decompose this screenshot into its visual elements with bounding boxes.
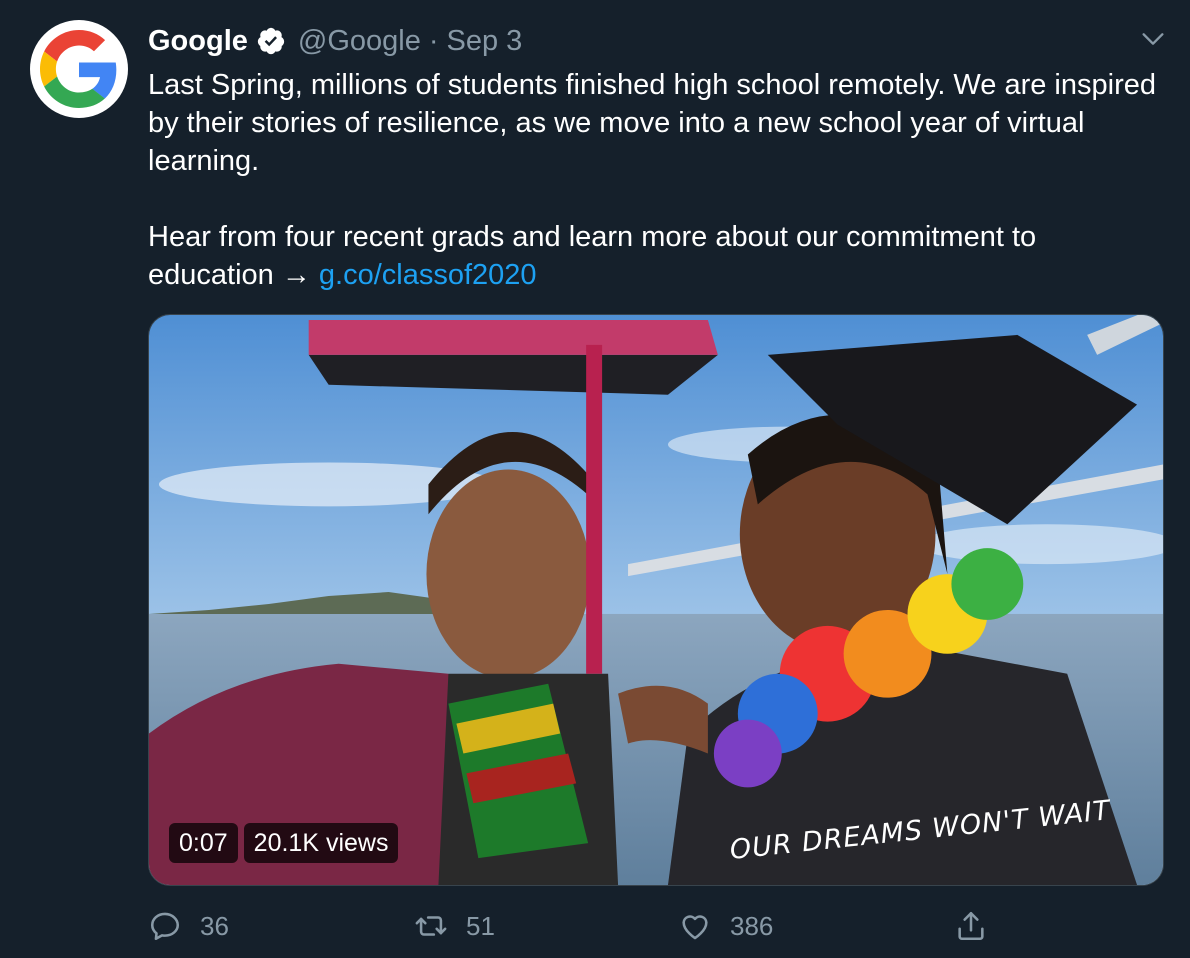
- share-button[interactable]: [954, 904, 988, 948]
- tweet-paragraph-1: Last Spring, millions of students finish…: [148, 69, 1156, 177]
- tweet-paragraph-2: Hear from four recent grads and learn mo…: [148, 218, 1158, 294]
- separator-dot: ·: [428, 25, 439, 57]
- tweet-text: Last Spring, millions of students finish…: [148, 66, 1158, 294]
- google-logo-icon: [40, 30, 117, 108]
- tweet-actions: 36 51 386: [148, 904, 1008, 948]
- like-button[interactable]: 386: [678, 904, 773, 948]
- retweet-count: 51: [466, 910, 495, 941]
- video-duration: 0:07: [169, 823, 238, 863]
- tweet-header: Google @Google · Sep 3: [148, 22, 522, 60]
- video-player[interactable]: 0:07 20.1K views Our dreams won't wait: [148, 314, 1164, 886]
- reply-count: 36: [200, 910, 229, 941]
- tweet-link[interactable]: g.co/classof2020: [319, 259, 537, 291]
- tweet-date[interactable]: Sep 3: [447, 22, 523, 60]
- retweet-button[interactable]: 51: [414, 904, 495, 948]
- heart-icon: [682, 915, 708, 940]
- more-options-chevron-down-icon[interactable]: [1136, 22, 1170, 56]
- verified-badge-icon: [256, 26, 286, 56]
- avatar[interactable]: [30, 20, 128, 118]
- retweet-icon: [415, 916, 447, 936]
- video-views: 20.1K views: [243, 823, 399, 863]
- reply-icon: [150, 912, 180, 941]
- video-thumbnail: [149, 315, 1163, 885]
- reply-button[interactable]: 36: [148, 904, 229, 948]
- video-info: 0:07 20.1K views: [169, 823, 399, 863]
- share-icon: [958, 911, 984, 941]
- tweet-paragraph-2-text: Hear from four recent grads and learn mo…: [148, 221, 1037, 291]
- display-name[interactable]: Google: [148, 22, 248, 60]
- like-count: 386: [730, 910, 774, 941]
- user-handle[interactable]: @Google: [298, 22, 421, 60]
